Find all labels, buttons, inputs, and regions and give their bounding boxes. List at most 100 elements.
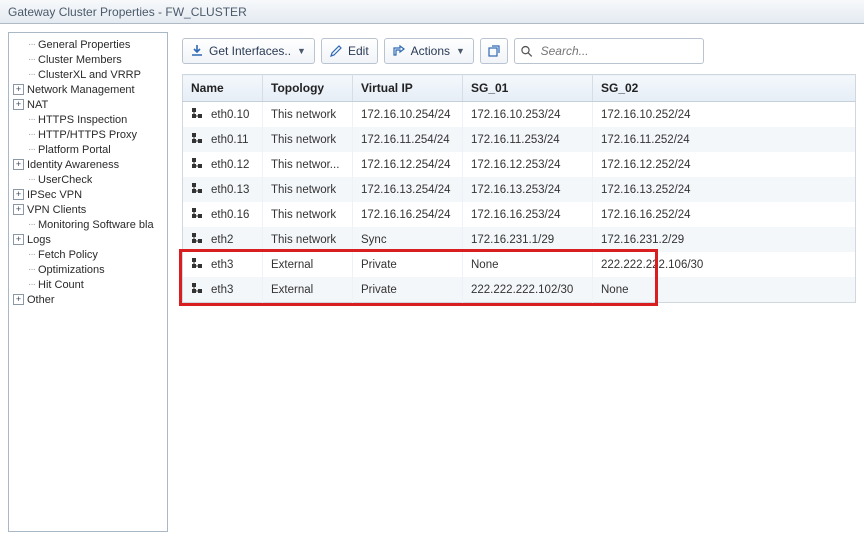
cell-topology: External [263, 252, 353, 277]
tree-item-label: VPN Clients [27, 204, 86, 216]
interface-icon [191, 157, 203, 172]
tree-item[interactable]: ···HTTPS Inspection [11, 112, 165, 127]
col-sg02[interactable]: SG_02 [593, 75, 856, 102]
get-interfaces-button[interactable]: Get Interfaces.. ▼ [182, 38, 315, 64]
tree-item-label: IPSec VPN [27, 189, 82, 201]
cell-vip: 172.16.16.254/24 [353, 202, 463, 227]
cell-sg01: 172.16.11.253/24 [463, 127, 593, 152]
nav-tree: ···General Properties···Cluster Members·… [8, 32, 168, 532]
tree-connector-icon: ··· [25, 219, 35, 230]
table-row[interactable]: eth0.12This networ...172.16.12.254/24172… [183, 152, 856, 177]
col-vip[interactable]: Virtual IP [353, 75, 463, 102]
cell-name: eth0.10 [211, 109, 249, 121]
interface-icon [191, 207, 203, 222]
cell-sg02: None [593, 277, 856, 303]
get-interfaces-label: Get Interfaces.. [209, 44, 291, 58]
cell-vip: Private [353, 277, 463, 303]
tree-item[interactable]: ···Cluster Members [11, 52, 165, 67]
actions-button[interactable]: Actions ▼ [384, 38, 474, 64]
cell-sg02: 222.222.222.106/30 [593, 252, 856, 277]
tree-item[interactable]: +IPSec VPN [11, 187, 165, 202]
col-name[interactable]: Name [183, 75, 263, 102]
expand-icon[interactable]: + [13, 84, 24, 95]
cell-sg02: 172.16.231.2/29 [593, 227, 856, 252]
cell-topology: This network [263, 227, 353, 252]
tree-item[interactable]: ···Monitoring Software bla [11, 217, 165, 232]
tree-item[interactable]: ···General Properties [11, 37, 165, 52]
cell-sg01: 172.16.10.253/24 [463, 102, 593, 128]
cell-name: eth0.16 [211, 209, 249, 221]
cell-name: eth0.11 [211, 134, 249, 146]
expand-icon[interactable]: + [13, 189, 24, 200]
tree-item-label: Cluster Members [38, 54, 122, 66]
dropdown-caret-icon: ▼ [456, 46, 465, 56]
interface-icon [191, 107, 203, 122]
cell-vip: 172.16.11.254/24 [353, 127, 463, 152]
expand-icon[interactable]: + [13, 234, 24, 245]
expand-icon[interactable]: + [13, 99, 24, 110]
tree-item[interactable]: +Network Management [11, 82, 165, 97]
cell-sg02: 172.16.10.252/24 [593, 102, 856, 128]
cell-name: eth3 [211, 284, 233, 296]
tree-item-label: NAT [27, 99, 48, 111]
cell-vip: Private [353, 252, 463, 277]
search-input[interactable] [539, 43, 697, 59]
tree-item[interactable]: ···Optimizations [11, 262, 165, 277]
tree-item[interactable]: +VPN Clients [11, 202, 165, 217]
expand-icon[interactable]: + [13, 294, 24, 305]
expand-icon[interactable]: + [13, 204, 24, 215]
dropdown-caret-icon: ▼ [297, 46, 306, 56]
cell-sg02: 172.16.12.252/24 [593, 152, 856, 177]
tree-item[interactable]: ···Hit Count [11, 277, 165, 292]
tree-item[interactable]: +NAT [11, 97, 165, 112]
tree-item[interactable]: ···Platform Portal [11, 142, 165, 157]
col-topology[interactable]: Topology [263, 75, 353, 102]
cell-sg01: 172.16.231.1/29 [463, 227, 593, 252]
table-header-row: Name Topology Virtual IP SG_01 SG_02 [183, 75, 856, 102]
tree-connector-icon: ··· [25, 114, 35, 125]
popout-button[interactable] [480, 38, 508, 64]
expand-icon[interactable]: + [13, 159, 24, 170]
table-row[interactable]: eth3ExternalPrivateNone222.222.222.106/3… [183, 252, 856, 277]
col-sg01[interactable]: SG_01 [463, 75, 593, 102]
tree-item[interactable]: ···Fetch Policy [11, 247, 165, 262]
cell-vip: 172.16.13.254/24 [353, 177, 463, 202]
tree-item-label: Platform Portal [38, 144, 111, 156]
tree-item[interactable]: ···HTTP/HTTPS Proxy [11, 127, 165, 142]
table-row[interactable]: eth0.10This network172.16.10.254/24172.1… [183, 102, 856, 128]
interfaces-table: Name Topology Virtual IP SG_01 SG_02 eth… [182, 74, 856, 303]
tree-item[interactable]: +Logs [11, 232, 165, 247]
cell-topology: This network [263, 177, 353, 202]
tree-item-label: Optimizations [38, 264, 105, 276]
table-row[interactable]: eth0.13This network172.16.13.254/24172.1… [183, 177, 856, 202]
tree-item[interactable]: ···UserCheck [11, 172, 165, 187]
table-row[interactable]: eth0.11This network172.16.11.254/24172.1… [183, 127, 856, 152]
cell-sg01: 172.16.16.253/24 [463, 202, 593, 227]
window-title: Gateway Cluster Properties - FW_CLUSTER [0, 0, 864, 24]
cell-vip: 172.16.10.254/24 [353, 102, 463, 128]
tree-connector-icon: ··· [25, 264, 35, 275]
tree-item[interactable]: +Other [11, 292, 165, 307]
share-icon [393, 45, 405, 57]
tree-connector-icon: ··· [25, 69, 35, 80]
table-row[interactable]: eth0.16This network172.16.16.254/24172.1… [183, 202, 856, 227]
interface-icon [191, 232, 203, 247]
search-box[interactable] [514, 38, 704, 64]
table-row[interactable]: eth2 This networkSync172.16.231.1/29172.1… [183, 227, 856, 252]
tree-connector-icon: ··· [25, 39, 35, 50]
interface-icon [191, 182, 203, 197]
tree-item[interactable]: +Identity Awareness [11, 157, 165, 172]
cell-vip: Sync [353, 227, 463, 252]
popout-icon [488, 45, 500, 57]
cell-topology: External [263, 277, 353, 303]
cell-name: eth3 [211, 259, 233, 271]
cell-name: eth2 [211, 234, 233, 246]
toolbar: Get Interfaces.. ▼ Edit Actions ▼ [182, 32, 856, 74]
tree-item-label: HTTPS Inspection [38, 114, 127, 126]
table-row[interactable]: eth3ExternalPrivate222.222.222.102/30Non… [183, 277, 856, 303]
interface-icon [191, 132, 203, 147]
edit-button[interactable]: Edit [321, 38, 378, 64]
tree-connector-icon: ··· [25, 174, 35, 185]
tree-item[interactable]: ···ClusterXL and VRRP [11, 67, 165, 82]
cell-topology: This networ... [263, 152, 353, 177]
